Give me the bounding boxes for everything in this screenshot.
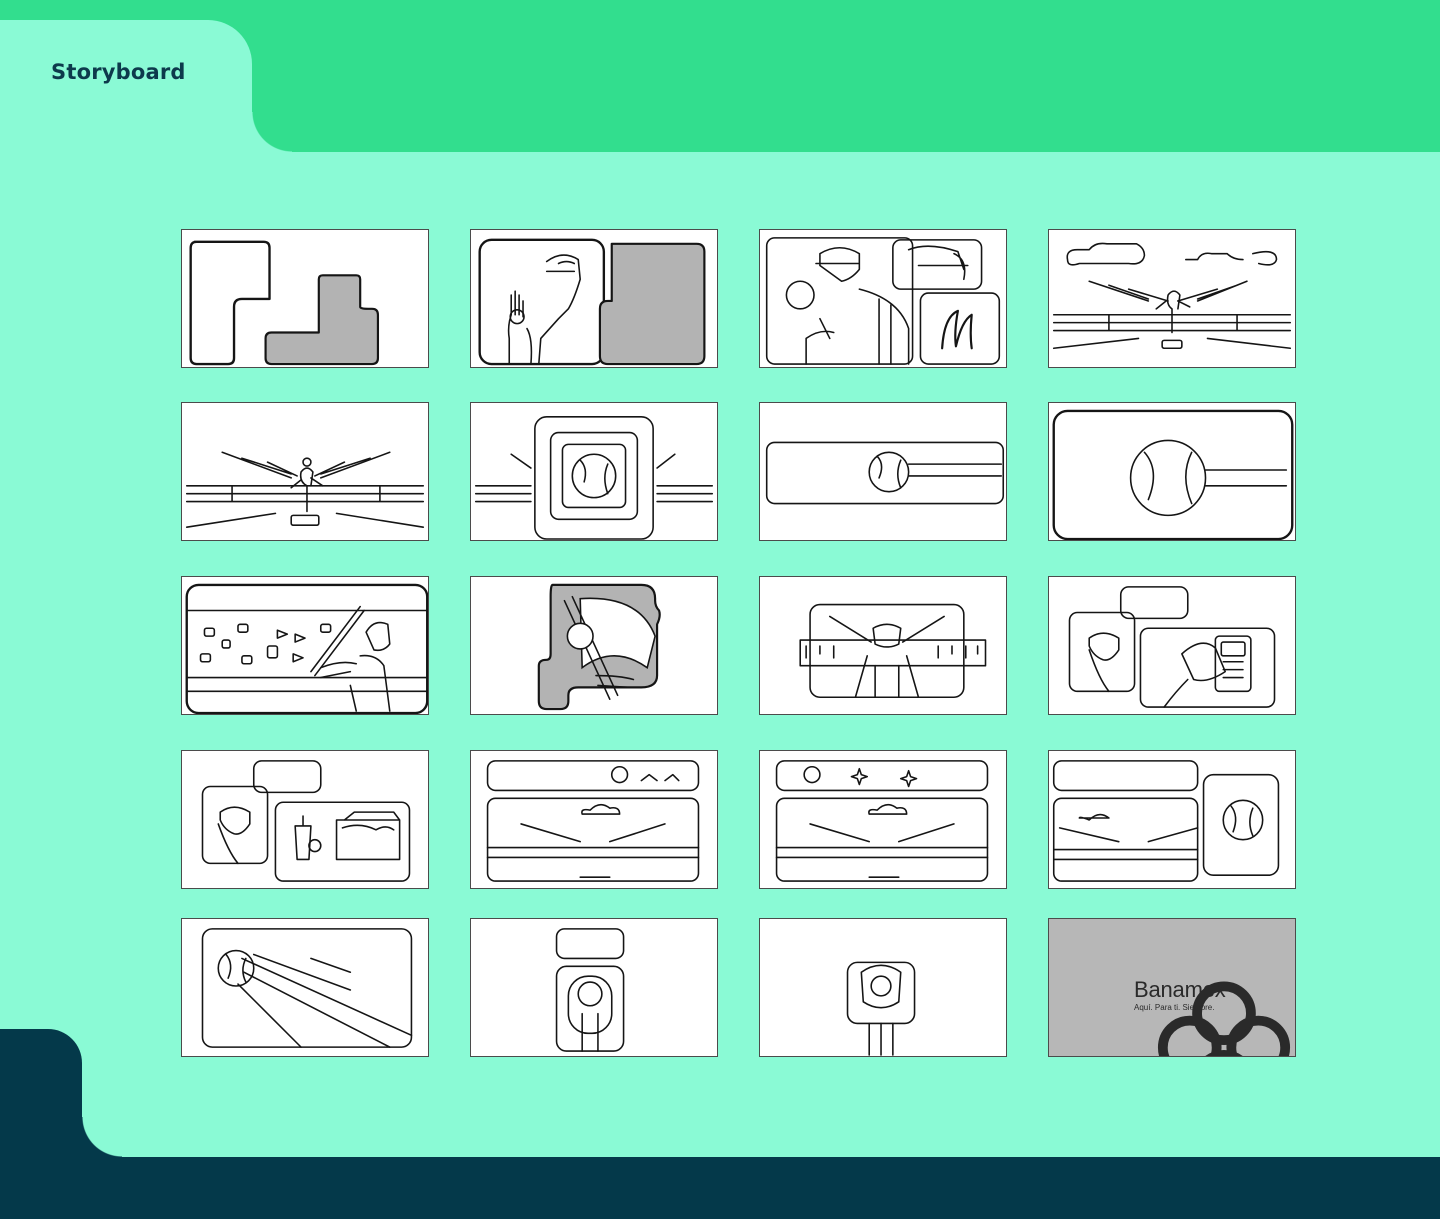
storyboard-frame-4[interactable] — [1048, 229, 1296, 368]
batter-sketch-icon — [185, 583, 428, 714]
stadium-ball-zoom-sketch-icon — [474, 416, 714, 540]
storyboard-frame-7[interactable] — [759, 402, 1007, 541]
storyboard-frame-20[interactable]: Banamex Aquí. Para ti. Siempre. — [1048, 918, 1296, 1057]
ball-trail-sketch-icon — [201, 928, 413, 1048]
bottom-corner-fill — [82, 1117, 122, 1157]
ball-flying-sketch-icon — [765, 441, 1005, 505]
fan-stands-sketch-icon — [799, 603, 987, 699]
fan-snacks-sketch-icon — [201, 760, 411, 882]
storyboard-frame-19[interactable] — [759, 918, 1007, 1057]
storyboard-frame-11[interactable] — [759, 576, 1007, 715]
stadium-ball-inset-sketch-icon — [1052, 760, 1280, 882]
stadium-split-sky-sketch-icon — [486, 760, 700, 882]
stadium-pitcher-wide-sketch-icon — [1052, 242, 1292, 350]
pitcher-glove-sketch-icon — [765, 237, 1001, 365]
fan-payment-terminal-sketch-icon — [1068, 586, 1276, 708]
storyboard-frame-18[interactable] — [470, 918, 718, 1057]
storyboard-frame-17[interactable] — [181, 918, 429, 1057]
storyboard-frame-5[interactable] — [181, 402, 429, 541]
bottom-corner — [0, 1029, 82, 1157]
storyboard-frame-2[interactable] — [470, 229, 718, 368]
bat-ball-contact-sketch-icon — [537, 583, 661, 711]
storyboard-frame-3[interactable] — [759, 229, 1007, 368]
storyboard-frame-14[interactable] — [470, 750, 718, 889]
title-tab — [0, 20, 292, 152]
storyboard-frame-13[interactable] — [181, 750, 429, 889]
layout-blocks-sketch-icon — [189, 240, 380, 366]
brand-name: Banamex — [1134, 977, 1226, 1002]
storyboard-frame-6[interactable] — [470, 402, 718, 541]
storyboard-frame-10[interactable] — [470, 576, 718, 715]
stadium-pitcher-sketch-icon — [185, 451, 425, 528]
ball-glove-sketch-icon — [555, 928, 625, 1052]
storyboard-frame-8[interactable] — [1048, 402, 1296, 541]
storyboard-frame-9[interactable] — [181, 576, 429, 715]
pitcher-hand-sketch-icon — [478, 238, 706, 366]
storyboard-frame-15[interactable] — [759, 750, 1007, 889]
stadium-split-stars-sketch-icon — [775, 760, 989, 882]
brand-tagline: Aquí. Para ti. Siempre. — [1134, 1003, 1215, 1012]
page-title: Storyboard — [51, 60, 186, 84]
storyboard-frame-16[interactable] — [1048, 750, 1296, 889]
glove-catch-sketch-icon — [846, 961, 916, 1056]
storyboard-frame-1[interactable] — [181, 229, 429, 368]
bottom-band — [0, 1157, 1440, 1219]
ball-closeup-sketch-icon — [1052, 409, 1294, 540]
storyboard-frame-12[interactable] — [1048, 576, 1296, 715]
